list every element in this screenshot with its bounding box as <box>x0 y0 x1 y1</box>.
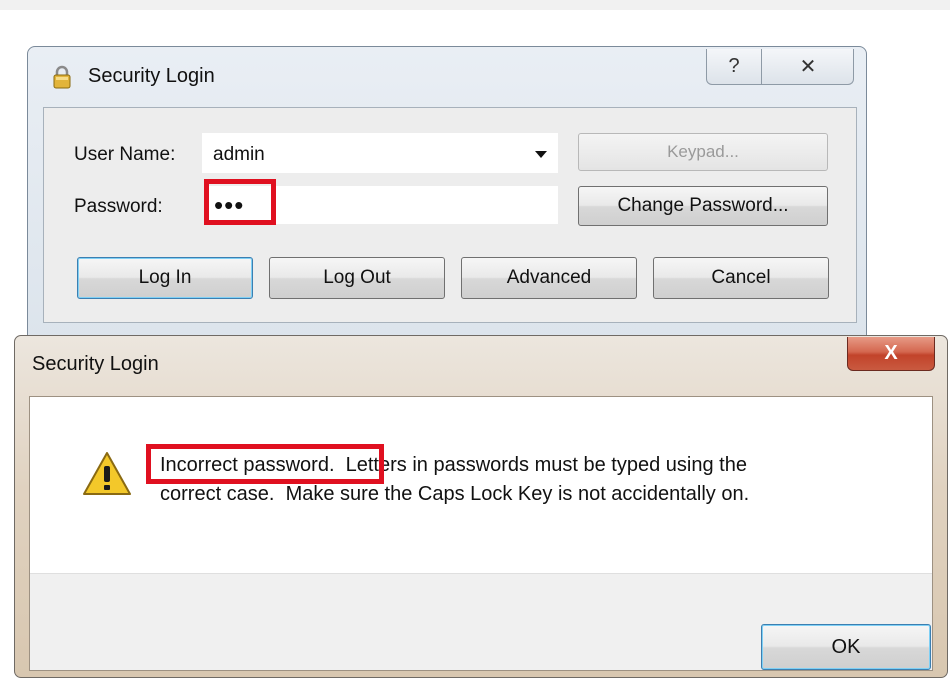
ok-button[interactable]: OK <box>761 624 931 670</box>
error-dialog: Security Login X Incorrect password. Let… <box>14 335 948 678</box>
log-in-button[interactable]: Log In <box>77 257 253 299</box>
user-name-combobox[interactable]: admin <box>202 133 558 173</box>
log-out-button[interactable]: Log Out <box>269 257 445 299</box>
change-password-button[interactable]: Change Password... <box>578 186 828 226</box>
login-form: User Name: admin Keypad... Password: •••… <box>43 107 857 323</box>
close-icon: X <box>884 342 898 364</box>
incorrect-password-highlight-box <box>146 444 384 484</box>
password-highlight-box <box>204 179 276 225</box>
advanced-button[interactable]: Advanced <box>461 257 637 299</box>
close-icon: ✕ <box>799 55 817 78</box>
help-icon: ? <box>728 54 740 77</box>
dialog-title: Security Login <box>32 353 159 375</box>
caption-buttons: ? ✕ <box>706 49 854 85</box>
dialog-body: Incorrect password. Letters in passwords… <box>29 396 933 671</box>
keypad-button[interactable]: Keypad... <box>578 133 828 171</box>
dropdown-arrow-icon[interactable] <box>535 151 547 158</box>
lock-icon <box>53 65 71 89</box>
password-label: Password: <box>74 196 163 217</box>
background-band <box>0 0 950 10</box>
help-button[interactable]: ? <box>707 49 761 83</box>
dialog-close-button[interactable]: X <box>847 337 935 371</box>
window-title: Security Login <box>88 65 215 87</box>
close-button[interactable]: ✕ <box>762 49 854 83</box>
security-login-window: Security Login ? ✕ User Name: admin Keyp… <box>27 46 867 346</box>
message-line-2: correct case. Make sure the Caps Lock Ke… <box>160 483 750 505</box>
warning-icon <box>83 452 131 495</box>
user-name-value: admin <box>213 144 265 165</box>
user-name-label: User Name: <box>74 144 176 165</box>
cancel-button[interactable]: Cancel <box>653 257 829 299</box>
